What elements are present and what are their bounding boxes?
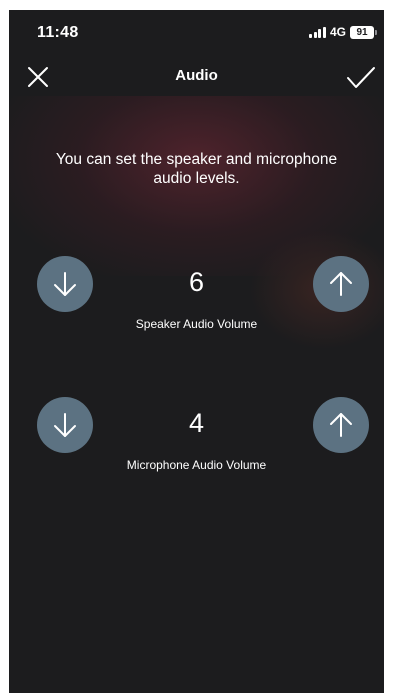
- intro-text: You can set the speaker and microphone a…: [55, 151, 338, 187]
- battery-level: 91: [356, 26, 368, 38]
- microphone-volume-label: Microphone Audio Volume: [126, 458, 267, 472]
- arrow-up-icon: [330, 272, 352, 296]
- confirm-button[interactable]: [344, 62, 378, 92]
- navigation-bar: Audio: [9, 54, 384, 96]
- speaker-volume-label: Speaker Audio Volume: [135, 317, 258, 331]
- status-time: 11:48: [37, 24, 79, 41]
- status-bar: 11:48 4G 91: [9, 10, 384, 54]
- network-type: 4G: [329, 25, 346, 39]
- signal-icon: [309, 26, 326, 38]
- page-title: Audio: [175, 67, 218, 84]
- checkmark-icon: [347, 67, 375, 88]
- microphone-volume-up-button[interactable]: [313, 397, 369, 453]
- phone-screen: 11:48 4G 91 Audio You can set the speake…: [9, 10, 384, 693]
- speaker-volume-control: 6 Speaker Audio Volume: [9, 256, 384, 346]
- status-indicators: 4G 91: [309, 25, 377, 39]
- battery-icon: 91: [350, 25, 377, 39]
- microphone-volume-control: 4 Microphone Audio Volume: [9, 397, 384, 487]
- arrow-up-icon: [330, 413, 352, 437]
- speaker-volume-up-button[interactable]: [313, 256, 369, 312]
